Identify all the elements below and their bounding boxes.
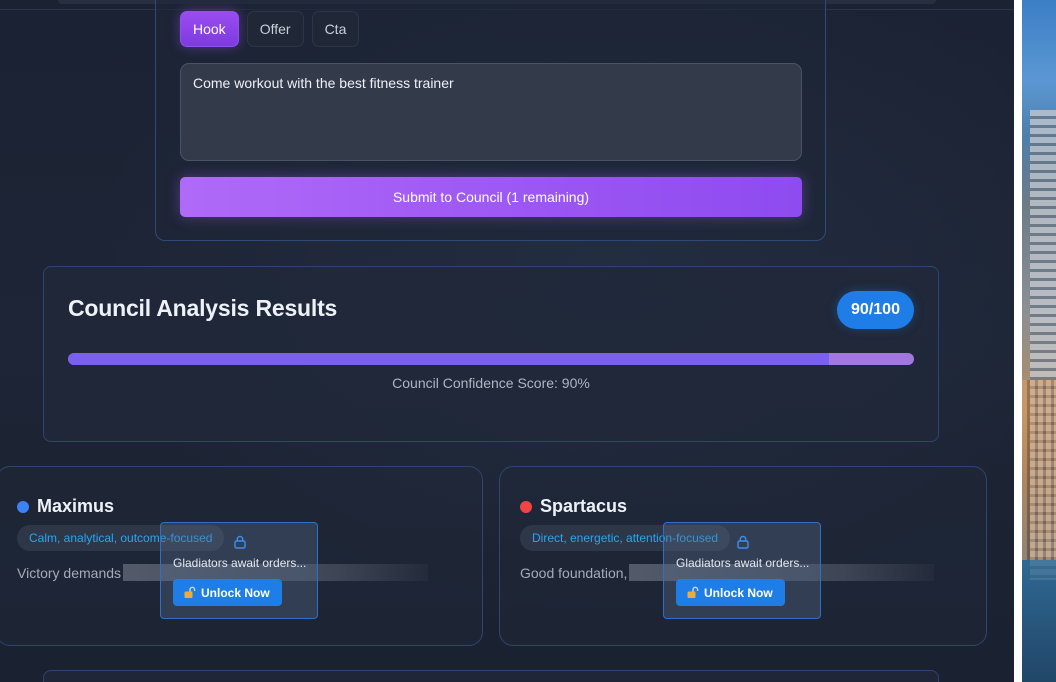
section-tabs: Hook Offer Cta bbox=[180, 11, 360, 47]
confidence-progress-fill bbox=[68, 353, 830, 365]
unlock-label: Unlock Now bbox=[201, 585, 270, 600]
council-results-panel: Council Analysis Results 90/100 Council … bbox=[43, 266, 939, 442]
member-name: Maximus bbox=[17, 496, 114, 517]
member-name-label: Maximus bbox=[37, 496, 115, 516]
photo-harbor bbox=[1022, 560, 1056, 682]
snippet-text: Victory demands bbox=[17, 564, 122, 581]
lock-icon bbox=[737, 535, 749, 549]
locked-overlay: Gladiators await orders... Unlock Now bbox=[663, 522, 821, 619]
app-main-area: Hook Offer Cta Come workout with the bes… bbox=[0, 0, 1014, 682]
background-photo bbox=[1022, 0, 1056, 682]
photo-building-houses bbox=[1022, 380, 1056, 560]
council-member-card-maximus: Maximus Calm, analytical, outcome-focuse… bbox=[0, 466, 483, 646]
unlock-now-button[interactable]: Unlock Now bbox=[676, 579, 785, 606]
locked-overlay: Gladiators await orders... Unlock Now bbox=[160, 522, 318, 619]
submit-to-council-button[interactable]: Submit to Council (1 remaining) bbox=[180, 177, 802, 217]
lock-message: Gladiators await orders... bbox=[173, 556, 307, 570]
copy-input[interactable]: Come workout with the best fitness train… bbox=[180, 63, 802, 161]
member-name-label: Spartacus bbox=[540, 496, 628, 516]
confidence-label: Council Confidence Score: 90% bbox=[392, 375, 590, 391]
member-status-dot bbox=[17, 500, 29, 513]
unlock-icon bbox=[184, 586, 196, 598]
member-name: Spartacus bbox=[520, 496, 627, 517]
member-status-dot bbox=[520, 500, 532, 513]
council-member-card-spartacus: Spartacus Direct, energetic, attention-f… bbox=[499, 466, 987, 646]
next-section-edge bbox=[43, 670, 939, 682]
lock-message: Gladiators await orders... bbox=[676, 556, 810, 570]
results-title: Council Analysis Results bbox=[68, 295, 338, 321]
window-divider bbox=[1014, 0, 1022, 682]
score-badge: 90/100 bbox=[837, 291, 914, 329]
tab-cta[interactable]: Cta bbox=[311, 11, 360, 47]
unlock-icon bbox=[687, 586, 699, 598]
tab-hook[interactable]: Hook bbox=[180, 11, 239, 47]
tab-offer[interactable]: Offer bbox=[246, 11, 304, 47]
snippet-text: Good foundation, bbox=[520, 564, 628, 581]
lock-icon bbox=[234, 535, 246, 549]
confidence-progress-bar bbox=[68, 353, 914, 365]
unlock-label: Unlock Now bbox=[704, 585, 773, 600]
unlock-now-button[interactable]: Unlock Now bbox=[173, 579, 282, 606]
